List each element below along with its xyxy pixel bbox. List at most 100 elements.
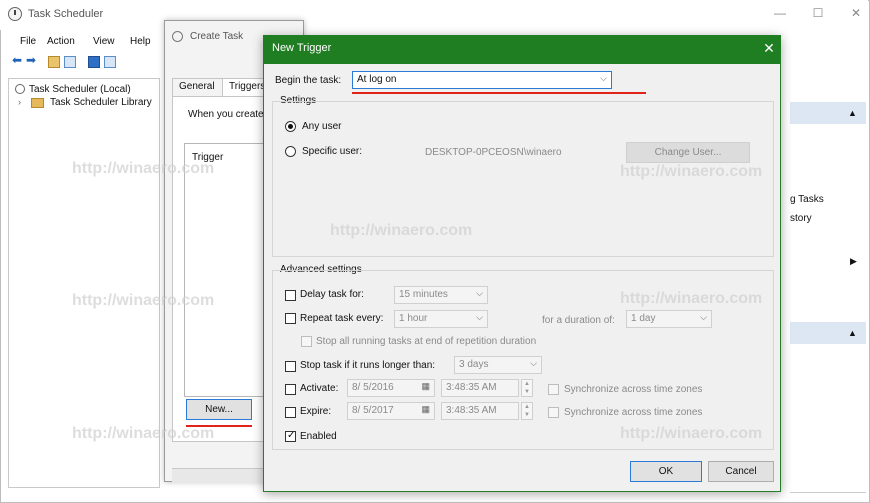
tab-triggers[interactable]: Triggers — [222, 78, 268, 96]
tab-general[interactable]: General — [172, 78, 226, 96]
begin-task-select[interactable]: At log on ⌵ — [352, 71, 612, 89]
expire-date-value: 8/ 5/2017 — [352, 405, 394, 416]
stop-longer-label[interactable]: Stop task if it runs longer than: — [300, 360, 435, 371]
help-icon[interactable] — [88, 56, 100, 68]
expire-label[interactable]: Expire: — [300, 406, 331, 417]
clock-icon-small — [172, 31, 183, 42]
delay-select[interactable]: 15 minutes ⌵ — [394, 286, 488, 304]
stop-longer-value: 3 days — [459, 359, 489, 370]
back-arrow-icon[interactable]: ⬅ — [12, 53, 24, 67]
menu-help[interactable]: Help — [130, 36, 151, 47]
minimize-button[interactable]: — — [768, 6, 792, 22]
chevron-down-icon: ⌵ — [530, 358, 537, 368]
expire-checkbox[interactable] — [285, 407, 296, 418]
expire-time-value: 3:48:35 AM — [446, 405, 497, 416]
stop-longer-checkbox[interactable] — [285, 361, 296, 372]
enabled-checkbox[interactable] — [285, 430, 296, 442]
collapse-up-icon[interactable]: ▲ — [848, 108, 857, 118]
watermark-text: http://winaero.com — [620, 425, 763, 442]
user-account-value: DESKTOP-0PCEOSN\winaero — [425, 147, 562, 158]
ok-button[interactable]: OK — [630, 461, 702, 482]
trigger-list[interactable] — [184, 143, 266, 397]
close-button[interactable]: ✕ — [844, 6, 868, 22]
activate-sync-label: Synchronize across time zones — [564, 384, 703, 395]
collapse-up-icon-2[interactable]: ▲ — [848, 328, 857, 338]
chevron-down-icon: ⌵ — [476, 312, 483, 322]
clock-icon — [8, 7, 22, 21]
any-user-label[interactable]: Any user — [302, 121, 341, 132]
window-title: Task Scheduler — [28, 8, 104, 20]
new-trigger-button[interactable]: New... — [186, 399, 252, 420]
expire-time-spinner[interactable]: ▲ ▼ — [521, 402, 533, 420]
activate-date-picker[interactable]: 8/ 5/2016 ▦ — [347, 379, 435, 397]
chevron-down-icon: ⌵ — [600, 73, 607, 83]
close-icon[interactable]: ✕ — [762, 40, 776, 57]
new-trigger-titlebar — [263, 35, 781, 64]
activate-sync-checkbox[interactable] — [548, 384, 559, 395]
tree-library[interactable]: Task Scheduler Library — [50, 97, 152, 108]
activate-date-value: 8/ 5/2016 — [352, 382, 394, 393]
begin-task-value: At log on — [357, 74, 397, 85]
delay-label[interactable]: Delay task for: — [300, 289, 364, 300]
activate-time-field[interactable]: 3:48:35 AM — [441, 379, 519, 397]
scheduler-clock-icon — [15, 84, 25, 94]
activate-checkbox[interactable] — [285, 384, 296, 395]
any-user-radio[interactable] — [285, 121, 296, 132]
begin-task-label: Begin the task: — [275, 75, 342, 86]
activate-time-value: 3:48:35 AM — [446, 382, 497, 393]
expire-time-field[interactable]: 3:48:35 AM — [441, 402, 519, 420]
duration-value: 1 day — [631, 313, 656, 324]
duration-label: for a duration of: — [542, 315, 615, 326]
title-bar — [0, 0, 868, 30]
delay-value: 15 minutes — [399, 289, 448, 300]
menu-view[interactable]: View — [93, 36, 115, 47]
tree-root[interactable]: Task Scheduler (Local) — [29, 84, 131, 95]
triggers-description: When you create — [188, 109, 264, 120]
change-user-button[interactable]: Change User... — [626, 142, 750, 163]
stop-all-checkbox[interactable] — [301, 336, 312, 347]
repeat-label[interactable]: Repeat task every: — [300, 313, 383, 324]
horizontal-scrollbar[interactable] — [172, 468, 264, 483]
folder-up-icon[interactable] — [48, 56, 60, 68]
repeat-select[interactable]: 1 hour ⌵ — [394, 310, 488, 328]
new-trigger-title: New Trigger — [272, 42, 332, 54]
expire-sync-checkbox[interactable] — [548, 407, 559, 418]
duration-select[interactable]: 1 day ⌵ — [626, 310, 712, 328]
menu-action[interactable]: Action — [47, 36, 75, 47]
calendar-icon: ▦ — [421, 381, 430, 391]
stop-longer-select[interactable]: 3 days ⌵ — [454, 356, 542, 374]
enabled-label[interactable]: Enabled — [300, 431, 337, 442]
menu-file[interactable]: File — [20, 36, 36, 47]
watermark-text: http://winaero.com — [72, 160, 215, 177]
watermark-text: http://winaero.com — [72, 425, 215, 442]
action-item-running-tasks[interactable]: g Tasks — [790, 194, 824, 205]
chevron-down-icon: ⌵ — [476, 288, 483, 298]
specific-user-radio[interactable] — [285, 146, 296, 157]
delay-checkbox[interactable] — [285, 290, 296, 301]
red-underline-begin — [352, 92, 646, 94]
status-bar — [790, 492, 866, 501]
action-item-history[interactable]: story — [790, 213, 812, 224]
console-tree-icon[interactable] — [64, 56, 76, 68]
expire-date-picker[interactable]: 8/ 5/2017 ▦ — [347, 402, 435, 420]
maximize-button[interactable]: ☐ — [806, 6, 830, 22]
calendar-icon: ▦ — [421, 404, 430, 414]
forward-arrow-icon[interactable]: ➡ — [26, 53, 38, 67]
watermark-text: http://winaero.com — [620, 163, 763, 180]
watermark-text: http://winaero.com — [72, 292, 215, 309]
submenu-arrow-icon[interactable]: ▶ — [850, 256, 857, 267]
activate-time-spinner[interactable]: ▲ ▼ — [521, 379, 533, 397]
watermark-text: http://winaero.com — [330, 222, 473, 239]
action-pane-icon[interactable] — [104, 56, 116, 68]
expand-chevron-icon[interactable]: › — [18, 97, 21, 107]
watermark-text: http://winaero.com — [620, 290, 763, 307]
stop-all-label: Stop all running tasks at end of repetit… — [316, 336, 537, 347]
cancel-button[interactable]: Cancel — [708, 461, 774, 482]
chevron-down-icon: ⌵ — [700, 312, 707, 322]
activate-label[interactable]: Activate: — [300, 383, 338, 394]
expire-sync-label: Synchronize across time zones — [564, 407, 703, 418]
create-task-title: Create Task — [190, 31, 244, 42]
specific-user-label[interactable]: Specific user: — [302, 146, 362, 157]
repeat-checkbox[interactable] — [285, 313, 296, 324]
repeat-value: 1 hour — [399, 313, 428, 324]
